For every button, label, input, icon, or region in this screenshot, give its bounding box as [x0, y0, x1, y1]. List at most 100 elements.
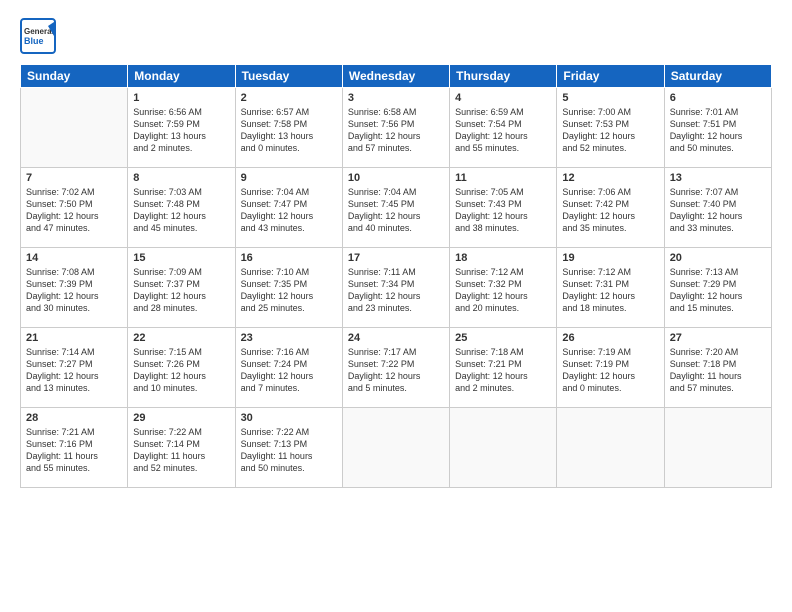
day-number: 21 — [26, 332, 122, 344]
day-number: 10 — [348, 172, 444, 184]
day-number: 2 — [241, 92, 337, 104]
day-number: 23 — [241, 332, 337, 344]
day-cell: 1 Sunrise: 6:56 AM Sunset: 7:59 PM Daylig… — [128, 88, 235, 168]
day-info: Sunrise: 6:57 AM Sunset: 7:58 PM Dayligh… — [241, 106, 337, 155]
day-cell: 21 Sunrise: 7:14 AM Sunset: 7:27 PM Dayli… — [21, 328, 128, 408]
day-cell: 16 Sunrise: 7:10 AM Sunset: 7:35 PM Dayli… — [235, 248, 342, 328]
day-info: Sunrise: 7:14 AM Sunset: 7:27 PM Dayligh… — [26, 346, 122, 395]
day-cell: 23 Sunrise: 7:16 AM Sunset: 7:24 PM Dayli… — [235, 328, 342, 408]
day-cell: 20 Sunrise: 7:13 AM Sunset: 7:29 PM Dayli… — [664, 248, 771, 328]
day-info: Sunrise: 7:04 AM Sunset: 7:45 PM Dayligh… — [348, 186, 444, 235]
day-number: 14 — [26, 252, 122, 264]
day-info: Sunrise: 7:02 AM Sunset: 7:50 PM Dayligh… — [26, 186, 122, 235]
day-number: 15 — [133, 252, 229, 264]
day-number: 7 — [26, 172, 122, 184]
weekday-header-saturday: Saturday — [664, 65, 771, 88]
day-cell — [450, 408, 557, 488]
day-number: 5 — [562, 92, 658, 104]
day-cell: 7 Sunrise: 7:02 AM Sunset: 7:50 PM Daylig… — [21, 168, 128, 248]
week-row-2: 14Sunrise: 7:08 AM Sunset: 7:39 PM Dayli… — [21, 248, 772, 328]
week-row-4: 28Sunrise: 7:21 AM Sunset: 7:16 PM Dayli… — [21, 408, 772, 488]
day-cell: 24 Sunrise: 7:17 AM Sunset: 7:22 PM Dayli… — [342, 328, 449, 408]
day-cell: 18 Sunrise: 7:12 AM Sunset: 7:32 PM Dayli… — [450, 248, 557, 328]
day-cell: 6 Sunrise: 7:01 AM Sunset: 7:51 PM Daylig… — [664, 88, 771, 168]
day-info: Sunrise: 7:19 AM Sunset: 7:19 PM Dayligh… — [562, 346, 658, 395]
day-number: 16 — [241, 252, 337, 264]
day-number: 17 — [348, 252, 444, 264]
weekday-header-wednesday: Wednesday — [342, 65, 449, 88]
day-cell: 14Sunrise: 7:08 AM Sunset: 7:39 PM Dayli… — [21, 248, 128, 328]
day-cell: 10 Sunrise: 7:04 AM Sunset: 7:45 PM Dayli… — [342, 168, 449, 248]
day-info: Sunrise: 7:11 AM Sunset: 7:34 PM Dayligh… — [348, 266, 444, 315]
day-cell: 3 Sunrise: 6:58 AM Sunset: 7:56 PM Daylig… — [342, 88, 449, 168]
day-info: Sunrise: 7:15 AM Sunset: 7:26 PM Dayligh… — [133, 346, 229, 395]
day-cell: 11Sunrise: 7:05 AM Sunset: 7:43 PM Dayli… — [450, 168, 557, 248]
day-info: Sunrise: 6:59 AM Sunset: 7:54 PM Dayligh… — [455, 106, 551, 155]
day-cell — [664, 408, 771, 488]
week-row-3: 21 Sunrise: 7:14 AM Sunset: 7:27 PM Dayli… — [21, 328, 772, 408]
day-info: Sunrise: 7:16 AM Sunset: 7:24 PM Dayligh… — [241, 346, 337, 395]
day-cell: 30Sunrise: 7:22 AM Sunset: 7:13 PM Dayli… — [235, 408, 342, 488]
day-info: Sunrise: 7:12 AM Sunset: 7:32 PM Dayligh… — [455, 266, 551, 315]
weekday-header-sunday: Sunday — [21, 65, 128, 88]
day-number: 29 — [133, 412, 229, 424]
day-info: Sunrise: 7:07 AM Sunset: 7:40 PM Dayligh… — [670, 186, 766, 235]
week-row-1: 7 Sunrise: 7:02 AM Sunset: 7:50 PM Daylig… — [21, 168, 772, 248]
day-cell: 4 Sunrise: 6:59 AM Sunset: 7:54 PM Daylig… — [450, 88, 557, 168]
day-cell: 5 Sunrise: 7:00 AM Sunset: 7:53 PM Daylig… — [557, 88, 664, 168]
day-cell: 22 Sunrise: 7:15 AM Sunset: 7:26 PM Dayli… — [128, 328, 235, 408]
day-info: Sunrise: 7:10 AM Sunset: 7:35 PM Dayligh… — [241, 266, 337, 315]
day-info: Sunrise: 7:13 AM Sunset: 7:29 PM Dayligh… — [670, 266, 766, 315]
day-info: Sunrise: 7:22 AM Sunset: 7:14 PM Dayligh… — [133, 426, 229, 475]
weekday-header-thursday: Thursday — [450, 65, 557, 88]
day-number: 18 — [455, 252, 551, 264]
day-number: 12 — [562, 172, 658, 184]
day-number: 6 — [670, 92, 766, 104]
day-number: 4 — [455, 92, 551, 104]
day-number: 25 — [455, 332, 551, 344]
day-number: 30 — [241, 412, 337, 424]
svg-text:General: General — [24, 27, 54, 36]
calendar: SundayMondayTuesdayWednesdayThursdayFrid… — [20, 64, 772, 488]
day-number: 11 — [455, 172, 551, 184]
day-cell: 8Sunrise: 7:03 AM Sunset: 7:48 PM Daylig… — [128, 168, 235, 248]
weekday-header-friday: Friday — [557, 65, 664, 88]
day-cell: 15 Sunrise: 7:09 AM Sunset: 7:37 PM Dayli… — [128, 248, 235, 328]
day-number: 24 — [348, 332, 444, 344]
logo: General Blue — [20, 18, 56, 54]
day-info: Sunrise: 7:20 AM Sunset: 7:18 PM Dayligh… — [670, 346, 766, 395]
day-info: Sunrise: 7:04 AM Sunset: 7:47 PM Dayligh… — [241, 186, 337, 235]
day-info: Sunrise: 7:06 AM Sunset: 7:42 PM Dayligh… — [562, 186, 658, 235]
day-info: Sunrise: 6:58 AM Sunset: 7:56 PM Dayligh… — [348, 106, 444, 155]
day-info: Sunrise: 7:12 AM Sunset: 7:31 PM Dayligh… — [562, 266, 658, 315]
weekday-header-row: SundayMondayTuesdayWednesdayThursdayFrid… — [21, 65, 772, 88]
day-info: Sunrise: 7:00 AM Sunset: 7:53 PM Dayligh… — [562, 106, 658, 155]
day-number: 1 — [133, 92, 229, 104]
day-cell: 19Sunrise: 7:12 AM Sunset: 7:31 PM Dayli… — [557, 248, 664, 328]
day-cell: 27Sunrise: 7:20 AM Sunset: 7:18 PM Dayli… — [664, 328, 771, 408]
day-number: 9 — [241, 172, 337, 184]
day-cell: 26 Sunrise: 7:19 AM Sunset: 7:19 PM Dayli… — [557, 328, 664, 408]
day-number: 26 — [562, 332, 658, 344]
day-number: 20 — [670, 252, 766, 264]
day-info: Sunrise: 6:56 AM Sunset: 7:59 PM Dayligh… — [133, 106, 229, 155]
day-cell: 2 Sunrise: 6:57 AM Sunset: 7:58 PM Daylig… — [235, 88, 342, 168]
header: General Blue — [20, 18, 772, 54]
day-info: Sunrise: 7:17 AM Sunset: 7:22 PM Dayligh… — [348, 346, 444, 395]
day-number: 28 — [26, 412, 122, 424]
day-info: Sunrise: 7:09 AM Sunset: 7:37 PM Dayligh… — [133, 266, 229, 315]
day-cell: 25Sunrise: 7:18 AM Sunset: 7:21 PM Dayli… — [450, 328, 557, 408]
day-cell: 17 Sunrise: 7:11 AM Sunset: 7:34 PM Dayli… — [342, 248, 449, 328]
day-info: Sunrise: 7:01 AM Sunset: 7:51 PM Dayligh… — [670, 106, 766, 155]
day-cell: 9 Sunrise: 7:04 AM Sunset: 7:47 PM Daylig… — [235, 168, 342, 248]
svg-text:Blue: Blue — [24, 36, 44, 46]
day-number: 22 — [133, 332, 229, 344]
page: General Blue SundayMondayTuesdayWednesda… — [0, 0, 792, 612]
day-cell: 28Sunrise: 7:21 AM Sunset: 7:16 PM Dayli… — [21, 408, 128, 488]
day-number: 3 — [348, 92, 444, 104]
weekday-header-tuesday: Tuesday — [235, 65, 342, 88]
day-cell — [557, 408, 664, 488]
day-cell — [342, 408, 449, 488]
day-number: 8 — [133, 172, 229, 184]
weekday-header-monday: Monday — [128, 65, 235, 88]
